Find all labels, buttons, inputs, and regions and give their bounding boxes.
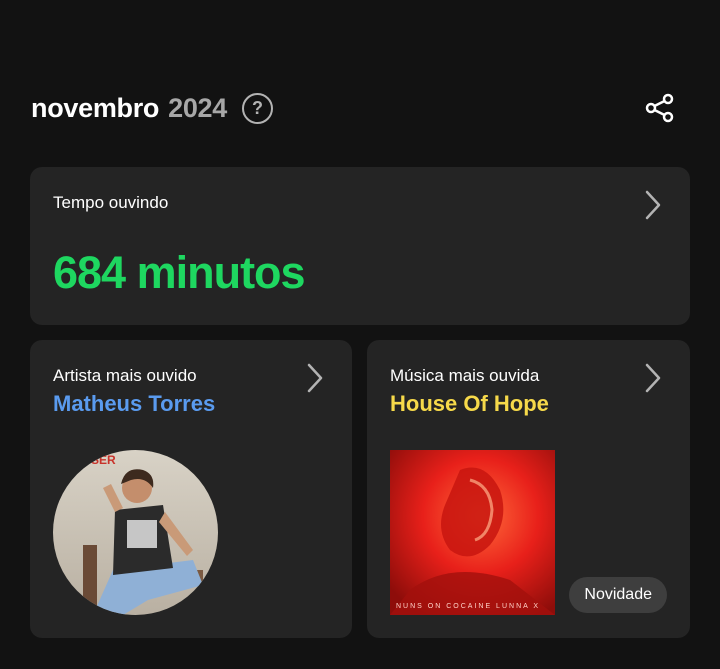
artist-photo: SER: [53, 450, 218, 615]
chevron-right-icon: [307, 363, 323, 393]
listening-time-card[interactable]: Tempo ouvindo 684 minutos: [30, 167, 690, 325]
chevron-right-icon: [645, 363, 661, 393]
svg-text:SER: SER: [91, 453, 116, 467]
top-artist-card[interactable]: Artista mais ouvido Matheus Torres SER: [30, 340, 352, 638]
month-title: novembro: [31, 92, 160, 123]
listening-time-label: Tempo ouvindo: [53, 193, 169, 212]
header: novembro 2024 ?: [31, 88, 676, 128]
new-badge: Novidade: [569, 577, 667, 613]
wrapped-month-stats: novembro 2024 ? Tempo ouvindo 684 minuto…: [0, 0, 720, 669]
help-icon[interactable]: ?: [242, 92, 273, 124]
album-cover: NUNS ON COCAINE LUNNA X: [390, 450, 555, 615]
top-artist-label: Artista mais ouvido: [53, 366, 197, 385]
top-track-label: Música mais ouvida: [390, 366, 540, 385]
chevron-right-icon: [645, 190, 661, 220]
year-title: 2024: [168, 92, 227, 123]
listening-minutes-value: 684 minutos: [53, 247, 306, 298]
album-cover-text: NUNS ON COCAINE LUNNA X: [396, 603, 540, 610]
top-track-card[interactable]: Música mais ouvida House Of Hope NUNS ON…: [367, 340, 690, 638]
top-artist-name: Matheus Torres: [53, 391, 216, 416]
top-track-title: House Of Hope: [390, 391, 549, 416]
help-glyph: ?: [252, 97, 263, 118]
share-icon[interactable]: [644, 92, 676, 124]
